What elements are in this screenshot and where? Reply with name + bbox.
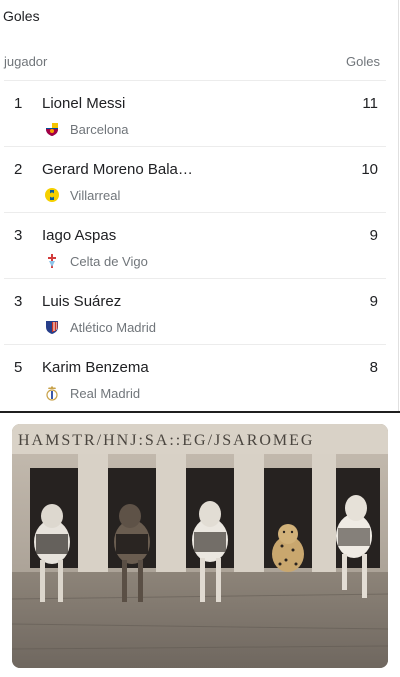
goals-count: 11	[362, 95, 378, 112]
table-row[interactable]: 1 Lionel Messi 11 Barcelona	[0, 81, 398, 147]
player-name[interactable]: Luis Suárez	[42, 293, 121, 310]
atletico-crest-icon	[46, 321, 58, 334]
team-name[interactable]: Real Madrid	[70, 386, 140, 401]
realmadrid-crest-icon	[46, 386, 58, 401]
meme-photo: HAMSTR/HNJ:SA::EG/JSAROMEG	[12, 424, 388, 668]
svg-text:HAMSTR/HNJ:SA::EG/JSAROMEG: HAMSTR/HNJ:SA::EG/JSAROMEG	[18, 432, 314, 449]
rank: 3	[14, 227, 23, 244]
table-row[interactable]: 3 Iago Aspas 9 Celta de Vigo	[0, 213, 398, 279]
goals-count: 10	[361, 161, 378, 178]
rank: 1	[14, 95, 23, 112]
player-name[interactable]: Karim Benzema	[42, 359, 149, 376]
panel-title: Goles	[3, 8, 40, 24]
separator-line	[0, 411, 400, 413]
celta-crest-icon	[48, 254, 56, 268]
player-name[interactable]: Iago Aspas	[42, 227, 116, 244]
dogs-and-cheetah-race-image: HAMSTR/HNJ:SA::EG/JSAROMEG	[12, 424, 388, 668]
column-header-goals: Goles	[346, 54, 380, 69]
table-row[interactable]: 5 Karim Benzema 8 Real Madrid	[0, 345, 398, 411]
rank: 5	[14, 359, 23, 376]
team-name[interactable]: Celta de Vigo	[70, 254, 148, 269]
villarreal-crest-icon	[45, 188, 59, 202]
player-name[interactable]: Lionel Messi	[42, 95, 125, 112]
team-name[interactable]: Barcelona	[70, 122, 129, 137]
column-header-player: jugador	[4, 54, 48, 69]
rank: 2	[14, 161, 23, 178]
goals-count: 9	[369, 227, 378, 244]
rank: 3	[14, 293, 23, 310]
barcelona-crest-icon	[46, 123, 58, 136]
team-name[interactable]: Atlético Madrid	[70, 320, 156, 335]
table-row[interactable]: 3 Luis Suárez 9 Atlético Madrid	[0, 279, 398, 345]
table-row[interactable]: 2 Gerard Moreno Bala… 10 Villarreal	[0, 147, 398, 213]
goals-count: 9	[369, 293, 378, 310]
goals-count: 8	[369, 359, 378, 376]
team-name[interactable]: Villarreal	[70, 188, 120, 203]
top-scorers-panel: Goles jugador Goles 1 Lionel Messi 11 Ba…	[0, 0, 399, 411]
player-name[interactable]: Gerard Moreno Bala…	[42, 161, 193, 178]
